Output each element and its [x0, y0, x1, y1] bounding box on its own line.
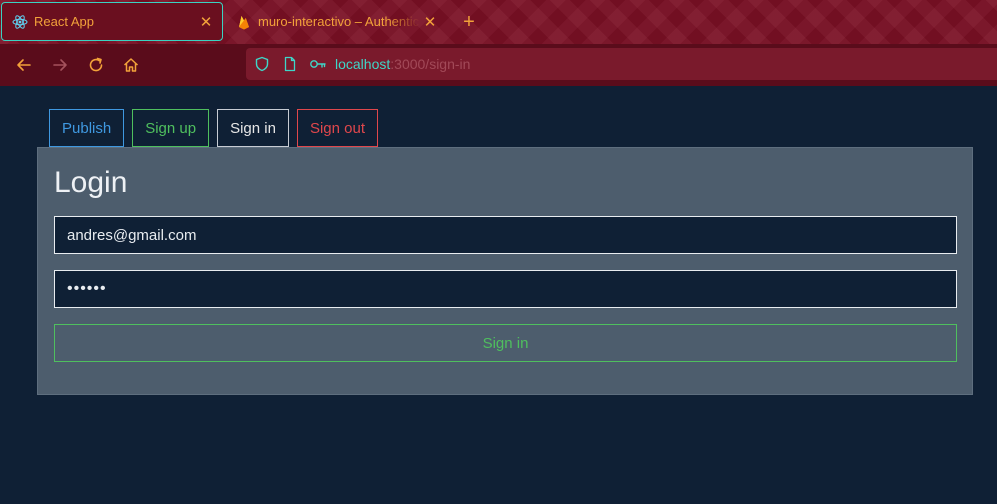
email-field[interactable]: andres@gmail.com	[54, 216, 957, 254]
login-card: Login andres@gmail.com •••••• Sign in	[37, 147, 973, 395]
tab-firebase-auth[interactable]: muro-interactivo – Authentication ✕	[226, 2, 446, 41]
page-icon[interactable]	[279, 53, 301, 75]
firebase-icon	[236, 14, 252, 30]
home-icon[interactable]	[119, 53, 143, 77]
sign-up-link[interactable]: Sign up	[132, 109, 210, 147]
forward-arrow-icon[interactable]	[48, 53, 72, 77]
login-title: Login	[54, 166, 128, 199]
shield-icon[interactable]	[251, 53, 273, 75]
browser-nav-bar: localhost:3000/sign-in	[0, 44, 997, 86]
sign-in-button[interactable]: Sign in	[54, 324, 957, 362]
url-host: localhost	[335, 56, 391, 72]
tab-title: muro-interactivo – Authentication	[258, 14, 420, 29]
new-tab-plus-icon[interactable]: +	[458, 11, 480, 33]
address-bar[interactable]: localhost:3000/sign-in	[246, 48, 997, 80]
tab-react-app[interactable]: React App ✕	[1, 2, 223, 41]
url-path: :3000/sign-in	[390, 56, 471, 72]
reload-icon[interactable]	[84, 53, 108, 77]
browser-tab-bar: React App ✕ muro-interactivo – Authentic…	[0, 0, 997, 44]
react-icon	[12, 14, 28, 30]
app-nav: Publish Sign up Sign in Sign out	[49, 109, 386, 147]
password-field[interactable]: ••••••	[54, 270, 957, 308]
back-arrow-icon[interactable]	[12, 53, 36, 77]
key-icon[interactable]	[307, 53, 329, 75]
url-text[interactable]: localhost:3000/sign-in	[335, 56, 470, 72]
publish-link[interactable]: Publish	[49, 109, 125, 147]
sign-in-link[interactable]: Sign in	[217, 109, 289, 147]
sign-out-link[interactable]: Sign out	[296, 109, 378, 147]
tab-title: React App	[34, 14, 94, 29]
close-tab-icon[interactable]: ✕	[420, 12, 440, 32]
close-tab-icon[interactable]: ✕	[196, 12, 216, 32]
